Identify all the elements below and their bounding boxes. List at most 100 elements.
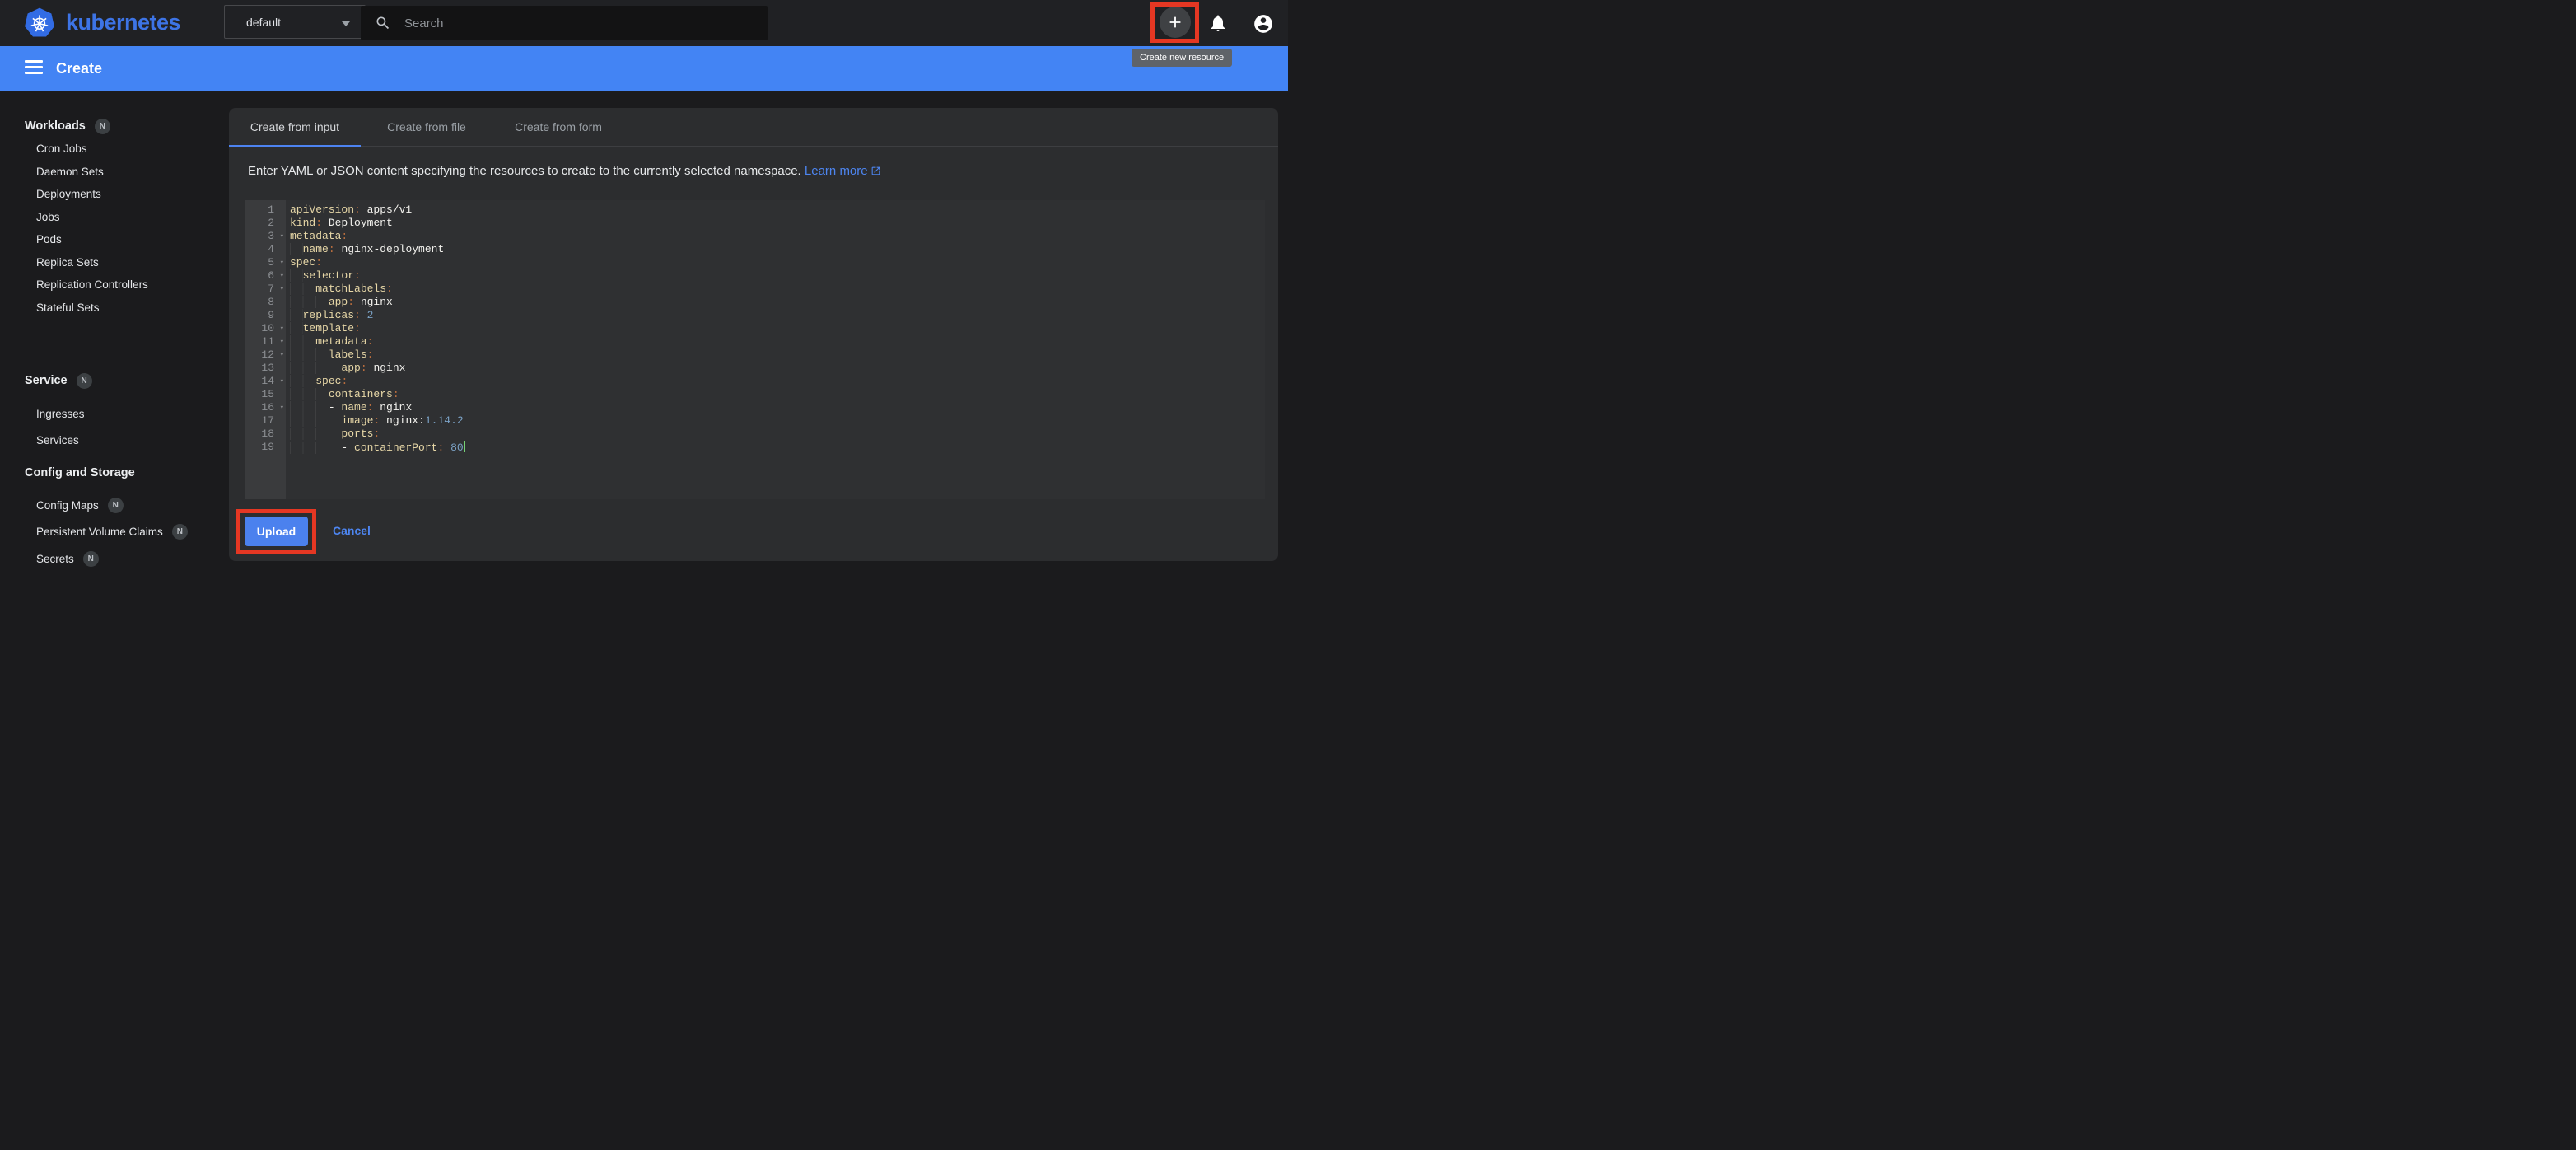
notifications-button[interactable] (1208, 13, 1228, 33)
fold-arrow-icon[interactable]: ▾ (280, 335, 284, 348)
tab-create-from-input[interactable]: Create from input (229, 108, 361, 146)
line-number: 10▾ (245, 322, 286, 335)
text-cursor (464, 441, 465, 452)
namespace-select[interactable]: default (224, 5, 366, 39)
fold-arrow-icon[interactable]: ▾ (280, 401, 284, 414)
line-number: 8 (245, 296, 286, 309)
code-line: replicas: 2 (290, 309, 1265, 322)
sidebar-item-label: Stateful Sets (36, 302, 100, 314)
upload-button[interactable]: Upload (245, 517, 308, 546)
line-number: 19 (245, 441, 286, 454)
sidebar-item[interactable]: Persistent Volume ClaimsN (0, 519, 229, 546)
sidebar-section-label: Service (25, 374, 68, 387)
sidebar-item[interactable]: Replica Sets (0, 251, 229, 274)
sidebar-item[interactable]: Ingresses (0, 400, 229, 428)
sidebar-items: Ingresses Services (0, 400, 229, 454)
code-line: ports: (290, 428, 1265, 441)
top-bar: kubernetes default (0, 0, 1288, 46)
line-number: 16▾ (245, 401, 286, 414)
fold-arrow-icon[interactable]: ▾ (280, 283, 284, 296)
sidebar-item[interactable]: Cron Jobs (0, 138, 229, 161)
sidebar-item-label: Secrets (36, 553, 74, 565)
description: Enter YAML or JSON content specifying th… (248, 163, 1258, 181)
sidebar-item[interactable]: Deployments (0, 183, 229, 206)
code-line: app: nginx (290, 296, 1265, 309)
account-button[interactable] (1253, 13, 1272, 33)
learn-more-link[interactable]: Learn more (805, 164, 881, 178)
line-number: 18 (245, 428, 286, 441)
kubernetes-dashboard: kubernetes default (0, 0, 1288, 575)
sidebar-item[interactable]: Stateful Sets (0, 297, 229, 320)
line-number: 12▾ (245, 348, 286, 362)
sidebar-item[interactable]: Daemon Sets (0, 161, 229, 184)
line-number: 1 (245, 203, 286, 217)
tab-create-from-file[interactable]: Create from file (361, 108, 492, 146)
sidebar-item[interactable]: Services (0, 428, 229, 455)
yaml-editor[interactable]: 123▾45▾6▾7▾8910▾11▾12▾1314▾1516▾171819 a… (245, 200, 1265, 499)
sidebar-item-label: Pods (36, 233, 62, 245)
open-in-new-icon (870, 165, 881, 181)
bell-icon (1208, 13, 1228, 33)
editor-gutter: 123▾45▾6▾7▾8910▾11▾12▾1314▾1516▾171819 (245, 200, 286, 499)
line-number: 11▾ (245, 335, 286, 348)
fold-arrow-icon[interactable]: ▾ (280, 322, 284, 335)
code-line: spec: (290, 256, 1265, 269)
create-card: Create from inputCreate from fileCreate … (229, 108, 1278, 561)
sidebar-item[interactable]: Replication Controllers (0, 273, 229, 297)
line-number: 15 (245, 388, 286, 401)
chevron-down-icon (342, 21, 350, 26)
menu-icon[interactable] (25, 60, 43, 77)
line-number: 4 (245, 243, 286, 256)
sidebar-section-label: Config and Storage (25, 466, 135, 479)
line-number: 3▾ (245, 230, 286, 243)
code-line: kind: Deployment (290, 217, 1265, 230)
sidebar-section-label: Workloads (25, 119, 86, 133)
sidebar-section-header-config[interactable]: Config and Storage (0, 461, 229, 484)
cancel-button[interactable]: Cancel (328, 523, 376, 538)
code-line: - name: nginx (290, 401, 1265, 414)
app-bar: Create (0, 46, 1288, 91)
code-line: containers: (290, 388, 1265, 401)
kubernetes-wordmark: kubernetes (66, 10, 180, 35)
code-line: labels: (290, 348, 1265, 362)
account-circle-icon (1253, 13, 1274, 35)
line-number: 14▾ (245, 375, 286, 388)
code-line: image: nginx:1.14.2 (290, 414, 1265, 428)
sidebar-section-service: Service N Ingresses Services (0, 369, 229, 454)
code-line: matchLabels: (290, 283, 1265, 296)
fold-arrow-icon[interactable]: ▾ (280, 269, 284, 283)
fold-arrow-icon[interactable]: ▾ (280, 348, 284, 362)
sidebar-item[interactable]: Config MapsN (0, 492, 229, 519)
line-number: 6▾ (245, 269, 286, 283)
sidebar-item[interactable]: SecretsN (0, 545, 229, 573)
fold-arrow-icon[interactable]: ▾ (280, 375, 284, 388)
line-number: 9 (245, 309, 286, 322)
sidebar-section-workloads: WorkloadsNCron JobsDaemon SetsDeployment… (0, 115, 229, 319)
sidebar-section-header-workloads[interactable]: WorkloadsN (0, 115, 229, 138)
line-number: 7▾ (245, 283, 286, 296)
fold-arrow-icon[interactable]: ▾ (280, 230, 284, 243)
editor-code[interactable]: apiVersion: apps/v1kind: Deploymentmetad… (286, 200, 1265, 499)
sidebar-item[interactable]: Pods (0, 228, 229, 251)
tab-bar: Create from inputCreate from fileCreate … (229, 108, 1278, 147)
search-input[interactable] (403, 16, 768, 31)
code-line: spec: (290, 375, 1265, 388)
description-text: Enter YAML or JSON content specifying th… (248, 164, 801, 178)
sidebar-item-label: Replication Controllers (36, 278, 148, 291)
tooltip: Create new resource (1132, 49, 1232, 67)
plus-icon (1166, 13, 1184, 31)
line-number: 5▾ (245, 256, 286, 269)
sidebar-section-config: Config and StorageConfig MapsNPersistent… (0, 461, 229, 573)
namespace-value: default (246, 16, 281, 29)
sidebar-item-label: Ingresses (36, 408, 85, 420)
namespaced-badge: N (77, 373, 92, 389)
sidebar-item-label: Persistent Volume Claims (36, 526, 163, 538)
sidebar-item[interactable]: Jobs (0, 206, 229, 229)
page-title: Create (56, 60, 102, 77)
create-new-resource-button[interactable] (1160, 7, 1191, 38)
fold-arrow-icon[interactable]: ▾ (280, 256, 284, 269)
sidebar-item-label: Services (36, 434, 79, 446)
code-line: selector: (290, 269, 1265, 283)
sidebar-section-header-service[interactable]: Service N (0, 369, 229, 392)
tab-create-from-form[interactable]: Create from form (492, 108, 624, 146)
